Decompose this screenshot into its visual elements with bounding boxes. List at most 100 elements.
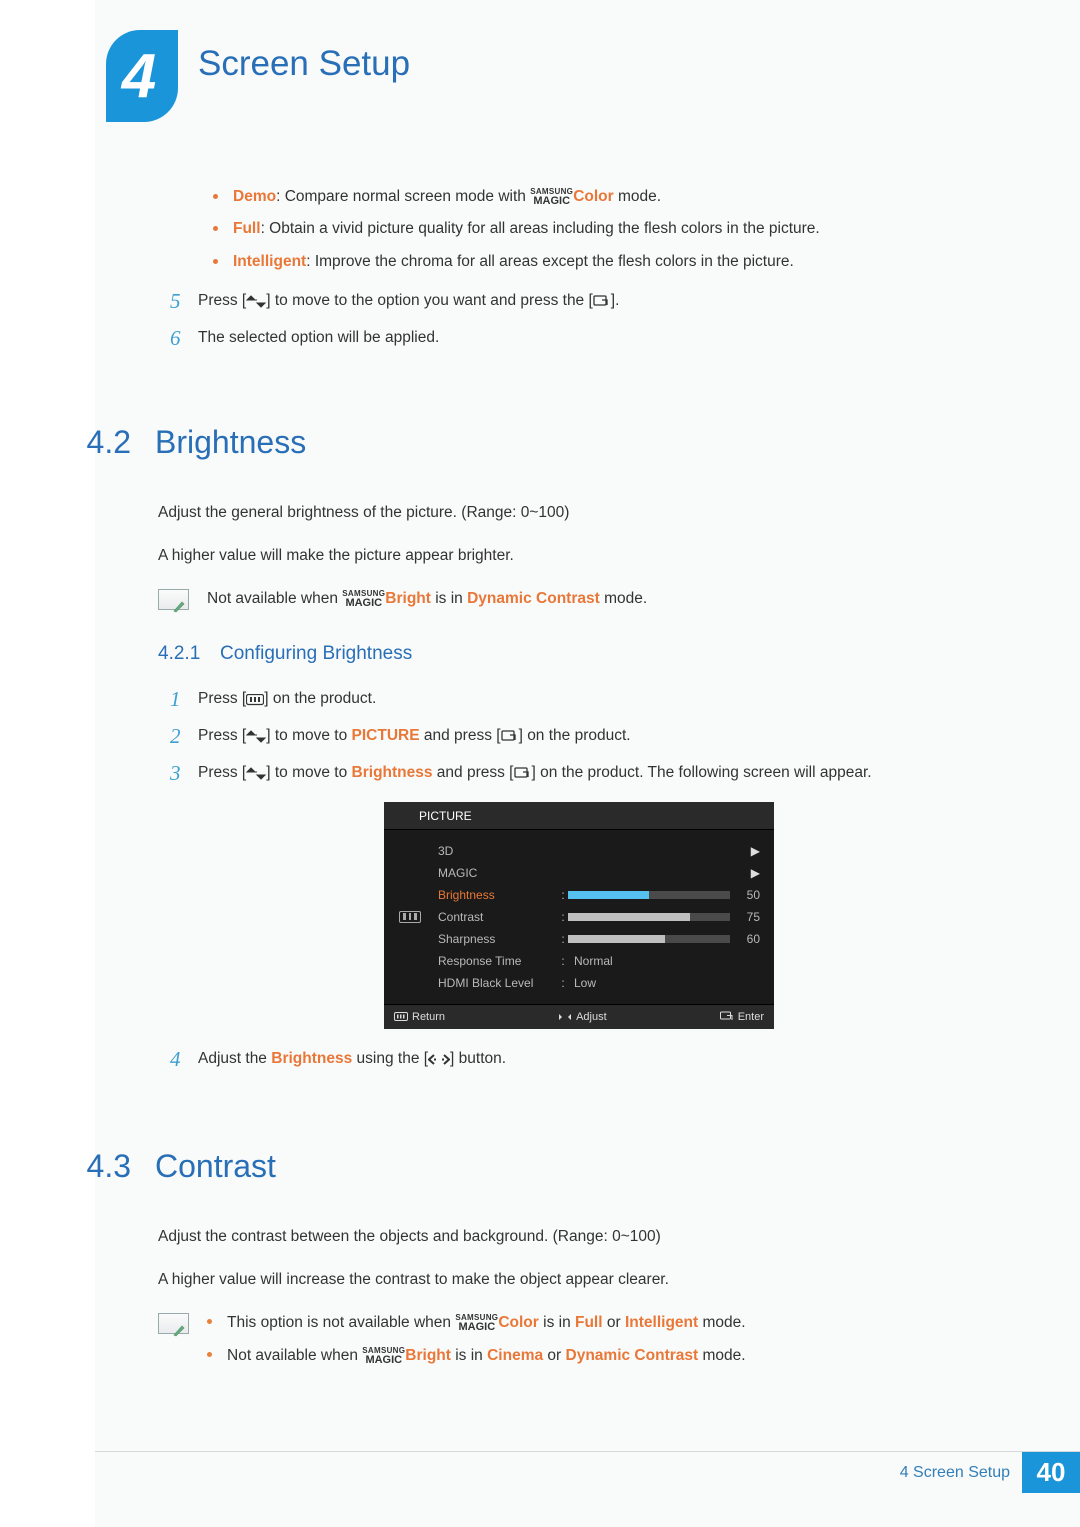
step-6: 6 The selected option will be applied. — [170, 326, 1000, 350]
bullet-full: Full: Obtain a vivid picture quality for… — [213, 217, 1000, 240]
note-icon — [158, 1313, 189, 1334]
step-5: 5 Press [] to move to the option you wan… — [170, 289, 1000, 316]
osd-slider — [568, 913, 730, 921]
step-text: Press [] to move to Brightness and press… — [198, 761, 1000, 788]
step-number: 4 — [170, 1047, 198, 1074]
osd-enter: Enter — [720, 1011, 764, 1023]
s43-note: This option is not available when SAMSUN… — [158, 1311, 1000, 1378]
updown-icon — [246, 764, 266, 788]
section-4.2-head: 4.2 Brightness — [158, 424, 1000, 461]
osd-row-label: 3D — [438, 844, 558, 858]
step-number: 2 — [170, 724, 198, 751]
updown-icon — [246, 292, 266, 316]
enter-icon — [514, 764, 532, 788]
bullet-text: : Compare normal screen mode with — [276, 188, 530, 205]
osd-title: PICTURE — [384, 802, 774, 830]
footer-label: 4 Screen Setup — [900, 1464, 1022, 1482]
arrow-right-icon: ▶ — [751, 866, 760, 880]
chapter-number: 4 — [122, 41, 156, 112]
osd-row-label: HDMI Black Level — [438, 976, 558, 990]
bullet-tail: mode. — [614, 188, 661, 205]
page-footer: 4 Screen Setup 40 — [95, 1451, 1080, 1493]
s43-p1: Adjust the contrast between the objects … — [158, 1225, 1000, 1248]
s42-note: Not available when SAMSUNGMAGICBright is… — [158, 587, 1000, 610]
footer-page-number: 40 — [1022, 1452, 1080, 1493]
magic-suffix: Color — [573, 188, 613, 205]
osd-footer: Return Adjust Enter — [384, 1004, 774, 1029]
osd-row: Brightness:50 — [428, 884, 760, 906]
s43-note-2: Not available when SAMSUNGMAGICBright is… — [207, 1344, 1000, 1367]
bullet-label: Full — [233, 220, 261, 237]
subsection-number: 4.2.1 — [158, 643, 220, 665]
enter-icon — [501, 727, 519, 751]
osd-row: Sharpness:60 — [428, 928, 760, 950]
osd-row-label: Response Time — [438, 954, 558, 968]
step-text: Press [] on the product. — [198, 687, 1000, 714]
step-3: 3 Press [] to move to Brightness and pre… — [170, 761, 1000, 788]
section-title: Contrast — [155, 1148, 276, 1185]
section-number: 4.2 — [60, 424, 155, 461]
osd-row-label: Brightness — [438, 888, 558, 902]
chapter-title: Screen Setup — [198, 44, 410, 84]
samsung-magic-icon: SAMSUNGMAGIC — [530, 188, 573, 207]
note-text: Not available when SAMSUNGMAGICBright is… — [207, 587, 1000, 610]
mode-bullets: Demo: Compare normal screen mode with SA… — [213, 185, 1000, 273]
osd-row: Response Time:Normal — [428, 950, 760, 972]
step-number: 3 — [170, 761, 198, 788]
osd-row-label: Sharpness — [438, 932, 558, 946]
bullet-text: : Improve the chroma for all areas excep… — [306, 253, 794, 270]
section-4.3-head: 4.3 Contrast — [158, 1148, 1000, 1185]
osd-slider — [568, 935, 730, 943]
osd-value: Low — [568, 976, 596, 990]
menu-icon — [399, 911, 421, 923]
step-text: Press [] to move to PICTURE and press []… — [198, 724, 1000, 751]
osd-adjust: Adjust — [558, 1011, 607, 1023]
leftright-icon — [428, 1050, 450, 1074]
samsung-magic-icon: SAMSUNGMAGIC — [342, 590, 385, 609]
section-number: 4.3 — [60, 1148, 155, 1185]
osd-value: 60 — [738, 932, 760, 946]
osd-screenshot: PICTURE 3D▶ MAGIC ▶ Brightness:50Contrast:7… — [384, 802, 774, 1029]
bullet-label: Intelligent — [233, 253, 306, 270]
osd-body: 3D▶MAGIC▶Brightness:50Contrast:75Sharpne… — [384, 830, 774, 1004]
step-2: 2 Press [] to move to PICTURE and press … — [170, 724, 1000, 751]
step-number: 6 — [170, 326, 198, 350]
osd-value: 50 — [738, 888, 760, 902]
bullet-demo: Demo: Compare normal screen mode with SA… — [213, 185, 1000, 208]
chapter-badge: 4 — [106, 30, 178, 122]
s42-p1: Adjust the general brightness of the pic… — [158, 501, 1000, 524]
osd-return: Return — [394, 1011, 445, 1023]
step-text: Adjust the Brightness using the [] butto… — [198, 1047, 1000, 1074]
note-text: This option is not available when SAMSUN… — [207, 1311, 1000, 1378]
subsection-4.2.1: 4.2.1 Configuring Brightness — [158, 643, 1000, 665]
enter-icon — [593, 292, 611, 316]
step-4: 4 Adjust the Brightness using the [] but… — [170, 1047, 1000, 1074]
osd-value: Normal — [568, 954, 613, 968]
bullet-intelligent: Intelligent: Improve the chroma for all … — [213, 250, 1000, 273]
osd-row: 3D▶ — [428, 840, 760, 862]
samsung-magic-icon: SAMSUNGMAGIC — [362, 1347, 405, 1366]
s43-p2: A higher value will increase the contras… — [158, 1268, 1000, 1291]
updown-icon — [246, 727, 266, 751]
osd-row: MAGIC ▶ — [428, 862, 760, 884]
subsection-title: Configuring Brightness — [220, 643, 412, 665]
s43-note-1: This option is not available when SAMSUN… — [207, 1311, 1000, 1334]
osd-row: HDMI Black Level:Low — [428, 972, 760, 994]
osd-rows: 3D▶MAGIC▶Brightness:50Contrast:75Sharpne… — [428, 840, 760, 994]
bullet-label: Demo — [233, 188, 276, 205]
s42-p2: A higher value will make the picture app… — [158, 544, 1000, 567]
step-number: 1 — [170, 687, 198, 714]
bullet-text: : Obtain a vivid picture quality for all… — [261, 220, 820, 237]
step-text: The selected option will be applied. — [198, 326, 1000, 350]
menu-icon — [246, 690, 264, 714]
step-text: Press [] to move to the option you want … — [198, 289, 1000, 316]
step-number: 5 — [170, 289, 198, 316]
osd-side-icon — [392, 840, 428, 994]
osd-slider — [568, 891, 730, 899]
osd-row-label: Contrast — [438, 910, 558, 924]
section-title: Brightness — [155, 424, 306, 461]
note-icon — [158, 589, 189, 610]
osd-row: Contrast:75 — [428, 906, 760, 928]
osd-value: 75 — [738, 910, 760, 924]
osd-row-label: MAGIC — [438, 866, 558, 880]
